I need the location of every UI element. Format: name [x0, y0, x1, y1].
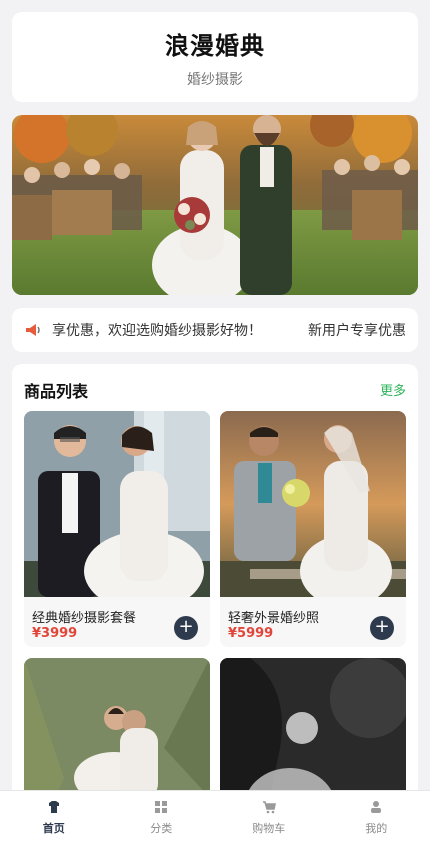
megaphone-icon [26, 324, 40, 336]
product-image [24, 658, 210, 794]
hero-banner[interactable] [12, 115, 418, 295]
shop-subtitle: 婚纱摄影 [187, 71, 243, 88]
notice-bar[interactable]: 享优惠，欢迎选购婚纱摄影好物！ 新用户专享优惠 [12, 308, 418, 352]
wedding-banner-image [12, 115, 418, 295]
tab-label: 我的 [365, 821, 388, 835]
tab-category[interactable]: 分类 [108, 791, 216, 844]
product-image [24, 411, 210, 597]
plus-icon: + [374, 616, 390, 637]
product-image [220, 658, 406, 794]
tab-profile[interactable]: 我的 [323, 791, 430, 844]
product-image [220, 411, 406, 597]
shop-header: 浪漫婚典 婚纱摄影 [12, 12, 418, 102]
grid-icon [155, 800, 168, 813]
bottom-tab-bar: 首页 分类 购物车 我的 [0, 790, 430, 844]
shop-title: 浪漫婚典 [165, 31, 265, 60]
tab-label: 首页 [42, 821, 65, 835]
cart-icon [262, 800, 276, 813]
tab-label: 购物车 [252, 821, 286, 835]
add-to-cart-button[interactable]: + [174, 616, 198, 640]
product-card[interactable] [24, 658, 210, 794]
product-card[interactable]: 轻奢外景婚纱照 ¥5999 + [220, 411, 406, 647]
product-price: ¥3999 [32, 626, 78, 641]
section-title: 商品列表 [24, 382, 89, 401]
add-to-cart-button[interactable]: + [370, 616, 394, 640]
product-price: ¥5999 [228, 626, 274, 641]
person-icon [371, 800, 382, 813]
tab-label: 分类 [150, 821, 173, 835]
tab-home[interactable]: 首页 [0, 791, 108, 844]
product-name: 经典婚纱摄影套餐 [32, 611, 137, 626]
plus-icon: + [178, 616, 194, 637]
notice-text: 享优惠，欢迎选购婚纱摄影好物！ [52, 323, 262, 339]
notice-text-secondary: 新用户专享优惠 [308, 323, 406, 339]
product-card[interactable] [220, 658, 406, 794]
shirt-icon [48, 800, 59, 813]
tab-cart[interactable]: 购物车 [215, 791, 323, 844]
product-list-section: 商品列表 更多 经典婚纱摄影套餐 ¥3999 + 轻奢外景婚纱照 ¥5999 + [12, 364, 418, 794]
product-name: 轻奢外景婚纱照 [228, 611, 320, 626]
more-link[interactable]: 更多 [380, 380, 406, 399]
product-card[interactable]: 经典婚纱摄影套餐 ¥3999 + [24, 411, 210, 647]
